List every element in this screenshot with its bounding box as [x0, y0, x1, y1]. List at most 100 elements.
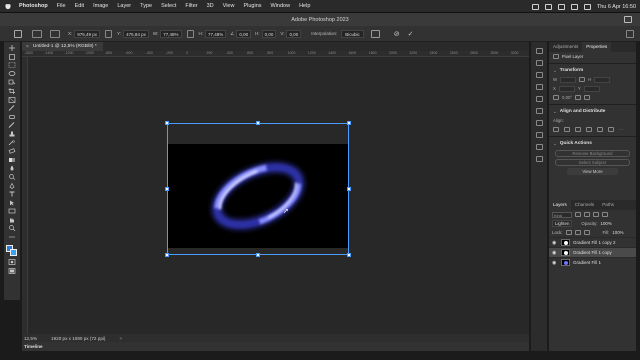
- tab-properties[interactable]: Properties: [582, 42, 612, 52]
- x-field[interactable]: X: 975,49 px: [68, 29, 101, 38]
- h-field[interactable]: H: 77,48%: [199, 29, 227, 38]
- transform-handle-top-left[interactable]: [165, 121, 169, 125]
- lock-position-icon[interactable]: [574, 230, 581, 235]
- background-color-swatch[interactable]: [10, 248, 17, 256]
- history-panel-icon[interactable]: [535, 48, 543, 54]
- layer-kind-filter[interactable]: Kind: [552, 211, 572, 218]
- transform-handle-bottom-left[interactable]: [165, 253, 169, 257]
- layer-name[interactable]: Gradient Fill 1: [573, 260, 601, 265]
- reference-point-icon[interactable]: [50, 29, 60, 38]
- path-selection-tool-icon[interactable]: [8, 200, 16, 206]
- filter-adjustment-icon[interactable]: [584, 212, 590, 217]
- align-left-icon[interactable]: [553, 127, 559, 132]
- visibility-eye-icon[interactable]: ◉: [552, 240, 558, 246]
- commit-transform-button[interactable]: ✓: [408, 30, 414, 38]
- brush-settings-icon[interactable]: [535, 60, 543, 66]
- layer-name[interactable]: Gradient Fill 1 copy: [573, 250, 612, 255]
- relative-position-icon[interactable]: [105, 29, 113, 38]
- clone-stamp-tool-icon[interactable]: [8, 131, 16, 137]
- libraries-panel-icon[interactable]: [535, 132, 543, 138]
- tab-adjustments[interactable]: Adjustments: [549, 42, 582, 52]
- tab-channels[interactable]: Channels: [571, 200, 598, 210]
- timeline-panel[interactable]: Timeline: [22, 342, 529, 351]
- character-panel-icon[interactable]: [535, 72, 543, 78]
- lock-all-icon[interactable]: [583, 230, 590, 235]
- navigator-panel-icon[interactable]: [535, 156, 543, 162]
- brush-tool-icon[interactable]: [8, 122, 16, 129]
- layer-row[interactable]: ◉ Gradient Fill 1: [549, 257, 636, 267]
- w-value[interactable]: 77,48%: [160, 29, 182, 38]
- color-panel-icon[interactable]: [535, 108, 543, 114]
- menu-view[interactable]: View: [223, 3, 235, 9]
- wifi-icon[interactable]: [557, 3, 565, 10]
- move-tool-icon[interactable]: [8, 45, 16, 51]
- warp-icon[interactable]: [370, 29, 380, 38]
- menu-type[interactable]: Type: [140, 3, 152, 9]
- menu-file[interactable]: File: [57, 3, 66, 9]
- status-menu-arrow[interactable]: >: [119, 336, 122, 341]
- document-tab[interactable]: × Untitled-1 @ 12,5% (RGB/8) *: [22, 42, 103, 51]
- zoom-level[interactable]: 12,5%: [24, 336, 37, 341]
- timeline-label[interactable]: Timeline: [24, 344, 43, 349]
- marquee-tool-icon[interactable]: [8, 62, 16, 68]
- align-right-icon[interactable]: [575, 127, 581, 132]
- align-middle-v-icon[interactable]: [597, 127, 603, 132]
- transform-handle-bottom-right[interactable]: [347, 253, 351, 257]
- layer-row[interactable]: ◉ Gradient Fill 1 copy 2: [549, 237, 636, 247]
- screen-mode-icon[interactable]: [8, 267, 16, 274]
- lock-pixels-icon[interactable]: [565, 230, 572, 235]
- info-panel-icon[interactable]: [535, 144, 543, 150]
- eyedropper-tool-icon[interactable]: [8, 105, 16, 111]
- transform-w-input[interactable]: [560, 76, 577, 83]
- align-top-icon[interactable]: [586, 127, 592, 132]
- glyphs-panel-icon[interactable]: [535, 96, 543, 102]
- more-options-icon[interactable]: ···: [619, 127, 623, 132]
- menu-plugins[interactable]: Plugins: [243, 3, 261, 9]
- healing-brush-tool-icon[interactable]: [8, 114, 16, 120]
- hand-tool-icon[interactable]: [8, 217, 16, 223]
- x-value[interactable]: 975,49 px: [74, 29, 101, 38]
- flip-horizontal-icon[interactable]: [575, 95, 582, 100]
- layer-name[interactable]: Gradient Fill 1 copy 2: [573, 240, 616, 245]
- tab-layers[interactable]: Layers: [549, 200, 571, 210]
- align-center-h-icon[interactable]: [564, 127, 570, 132]
- select-subject-button[interactable]: Select Subject: [555, 159, 630, 166]
- angle-field[interactable]: ∠ 0,00: [230, 29, 252, 38]
- frame-tool-icon[interactable]: [8, 96, 16, 103]
- menu-filter[interactable]: Filter: [185, 3, 197, 9]
- opacity-value[interactable]: 100%: [601, 221, 612, 226]
- type-tool-icon[interactable]: [8, 191, 16, 197]
- menu-layer[interactable]: Layer: [117, 3, 131, 9]
- visibility-eye-icon[interactable]: ◉: [552, 250, 558, 256]
- angle-value[interactable]: 0,00: [236, 29, 252, 38]
- control-center-icon[interactable]: [583, 3, 591, 10]
- eraser-tool-icon[interactable]: [8, 148, 16, 154]
- layer-row[interactable]: ◉ Gradient Fill 1 copy: [549, 247, 636, 257]
- menu-help[interactable]: Help: [299, 3, 310, 9]
- rotate-value[interactable]: 0,00°: [562, 95, 572, 100]
- y-value[interactable]: 475,84 px: [123, 29, 149, 38]
- view-more-button[interactable]: View More: [567, 168, 618, 175]
- chevron-down-icon[interactable]: ⌄: [553, 141, 557, 147]
- menu-window[interactable]: Window: [271, 3, 291, 9]
- quick-mask-icon[interactable]: [8, 259, 16, 266]
- hskew-value[interactable]: 0,00: [261, 29, 277, 38]
- flip-vertical-icon[interactable]: [584, 95, 591, 100]
- home-icon[interactable]: [14, 29, 22, 38]
- visibility-eye-icon[interactable]: ◉: [552, 260, 558, 266]
- artboard-tool-icon[interactable]: [8, 53, 16, 60]
- menu-image[interactable]: Image: [93, 3, 108, 9]
- filter-shape-icon[interactable]: [602, 212, 608, 217]
- crop-tool-icon[interactable]: [8, 87, 16, 94]
- lasso-tool-icon[interactable]: [8, 70, 16, 77]
- battery-icon[interactable]: [544, 3, 552, 10]
- transform-section-header[interactable]: ⌄ Transform: [549, 66, 636, 75]
- hskew-field[interactable]: H: 0,00: [255, 29, 277, 38]
- menu-app-photoshop[interactable]: Photoshop: [19, 3, 48, 9]
- history-brush-tool-icon[interactable]: [8, 139, 16, 146]
- apple-icon[interactable]: [4, 2, 11, 10]
- menu-select[interactable]: Select: [161, 3, 176, 9]
- w-field[interactable]: W: 77,48%: [153, 29, 182, 38]
- tab-paths[interactable]: Paths: [598, 200, 618, 210]
- pen-tool-icon[interactable]: [8, 182, 16, 189]
